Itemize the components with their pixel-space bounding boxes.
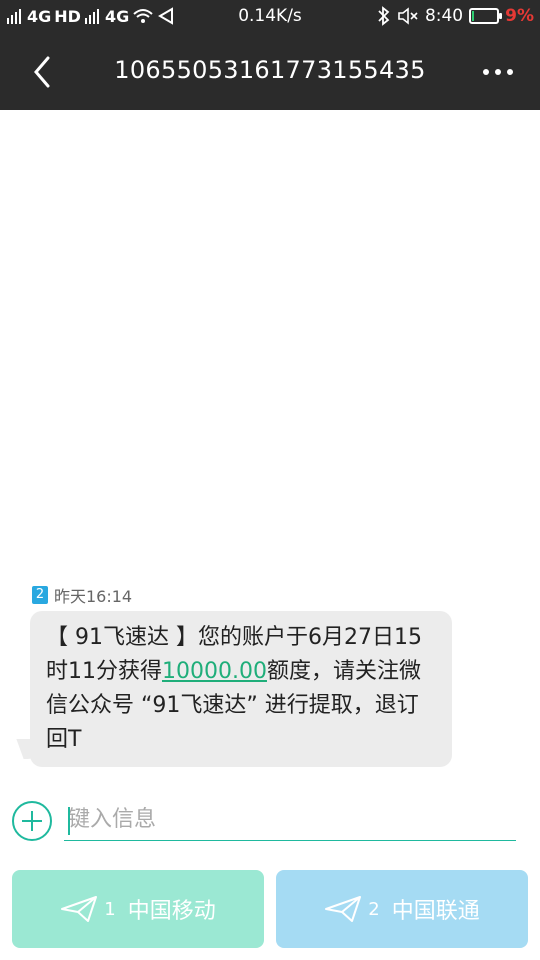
send-sim2-button[interactable]: 2 中国联通: [276, 870, 528, 948]
text-cursor: [68, 807, 70, 835]
status-bar: 4G HD 4G 0.14K/s 8:40 9%: [0, 0, 540, 36]
status-right: 8:40 9%: [377, 6, 534, 26]
carrier-label: 中国移动: [127, 899, 216, 924]
message-timestamp: 昨天16:14: [54, 587, 133, 606]
battery-percent: 9%: [505, 6, 534, 26]
message-meta: 2 昨天16:14: [32, 583, 132, 607]
send-plane-icon: [61, 896, 98, 922]
sim-number: 2: [368, 898, 380, 920]
dot: [507, 69, 513, 75]
sim-badge: 2: [32, 586, 48, 604]
battery-fill: [472, 11, 475, 21]
mute-icon: [398, 7, 418, 25]
battery-icon: [469, 8, 503, 24]
amount-link[interactable]: 10000.00: [162, 659, 267, 684]
add-attachment-button[interactable]: [12, 801, 52, 841]
dot: [495, 69, 501, 75]
contact-number: 10655053161773155435: [114, 56, 426, 84]
conversation-header: 10655053161773155435: [0, 36, 540, 110]
sim-number: 1: [104, 898, 116, 920]
message-input[interactable]: [64, 799, 516, 841]
more-options-button[interactable]: [478, 60, 518, 84]
send-sim1-button[interactable]: 1 中国移动: [12, 870, 264, 948]
dot: [483, 69, 489, 75]
back-button[interactable]: [22, 50, 66, 94]
bluetooth-icon: [378, 6, 390, 26]
send-plane-icon: [325, 896, 362, 922]
carrier-label: 中国联通: [391, 899, 480, 924]
received-message-bubble[interactable]: 【 91飞速达 】您的账户于6月27日15时11分获得10000.00额度，请关…: [30, 611, 452, 767]
back-arrow-icon: [34, 56, 50, 88]
compose-bar: [0, 795, 540, 847]
clock: 8:40: [424, 6, 464, 26]
